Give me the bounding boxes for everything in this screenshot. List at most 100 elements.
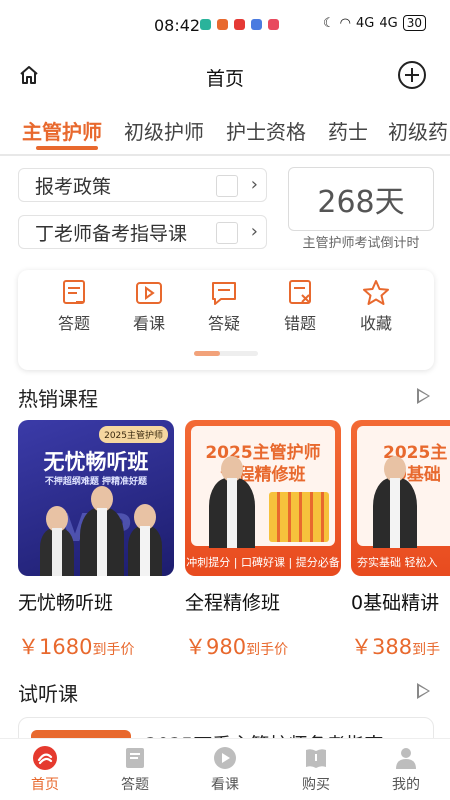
nav-answer[interactable]: 答题 [110,745,160,794]
tab-chuji-hushi[interactable]: 初级护师 [124,116,204,145]
guide-course-link[interactable]: 丁老师备考指导课 › [18,215,267,249]
thumb-badge: 2025主管护师 [99,426,168,443]
notification-app-icon [217,19,228,30]
course-card[interactable]: 2025主管护师 全程精修班 冲刺提分 | 口碑好课 | 提分必备 全程精修班 … [185,420,341,661]
func-favorite[interactable]: 收藏 [346,278,406,334]
course-card[interactable]: 2025主 0基础 夯实基础 轻松入 0基础精讲 ￥388到手 [351,420,450,661]
teacher-figure [128,504,162,576]
price-amount: ￥388 [351,635,413,659]
answer-icon [63,280,85,304]
wifi-icon: ◠ [339,15,351,31]
nav-shop[interactable]: 购买 [291,745,341,794]
policy-link[interactable]: 报考政策 › [18,168,267,202]
trial-courses-more-icon[interactable] [417,683,430,699]
page-indicator-active [194,351,220,356]
nav-video[interactable]: 看课 [200,745,250,794]
func-answer[interactable]: 答题 [44,278,104,334]
wrong-icon [289,280,311,304]
thumb-subtitle: 全程精修班 [220,465,306,485]
course-price: ￥980到手价 [185,631,341,661]
moon-icon: ☾ [323,15,335,31]
notification-app-icon [251,19,262,30]
func-wrong-label: 错题 [283,314,316,333]
teacher-figure [80,486,124,576]
add-button[interactable] [398,61,426,89]
battery-indicator: 30 [402,15,426,31]
thumb-footer: 冲刺提分 | 口碑好课 | 提分必备 [186,556,340,569]
tab-chuji-yao[interactable]: 初级药 [388,116,448,145]
bottom-nav: 首页 答题 看课 购买 我的 [0,738,450,800]
top-bar: 首页 [0,56,450,96]
nav-answer-label: 答题 [121,777,149,793]
signal-2: 4G [379,15,398,31]
document-icon [216,175,238,197]
tab-zhuguan-hushi[interactable]: 主管护师 [22,116,102,145]
course-card[interactable]: 2025主管护师 无忧畅听班 不押超纲难题 押精准好题 VIP 无忧畅听班 ￥1… [18,420,174,661]
nav-home-label: 首页 [31,777,59,793]
countdown-value: 268天 [288,167,434,231]
course-thumbnail: 2025主管护师 全程精修班 冲刺提分 | 口碑好课 | 提分必备 [185,420,341,576]
user-icon [396,748,416,769]
price-unit: 到手 [412,642,441,658]
star-icon [363,280,389,305]
play-icon [214,747,236,769]
course-name: 无忧畅听班 [18,592,114,614]
course-price: ￥388到手 [351,631,450,661]
price-unit: 到手价 [92,642,135,658]
status-bar: 08:42 ☾ ◠ 4G 4G 30 [0,0,450,52]
tab-hushi-zige[interactable]: 护士资格 [226,116,306,145]
nav-profile-label: 我的 [392,777,420,793]
price-amount: ￥980 [185,635,247,659]
func-question[interactable]: 答疑 [194,278,254,334]
notification-app-icon [200,19,211,30]
video-doc-icon [216,222,238,244]
trial-courses-title: 试听课 [18,682,78,706]
video-icon [136,282,162,304]
thumb-subtitle: 不押超纲难题 押精准好题 [44,477,148,487]
func-answer-label: 答题 [57,314,90,333]
course-name: 0基础精讲 [351,592,440,614]
tab-yaoshi[interactable]: 药士 [328,116,368,145]
status-notification-icons [200,19,279,30]
nav-shop-label: 购买 [302,777,330,793]
policy-link-label: 报考政策 [35,175,112,198]
thumb-title: 无忧畅听班 [43,450,149,474]
nav-video-label: 看课 [211,777,239,793]
func-favorite-label: 收藏 [359,314,392,333]
hot-courses-title: 热销课程 [18,387,98,411]
question-icon [212,282,236,305]
answer-book-icon [126,748,144,768]
function-card: 答题 看课 答疑 错题 收藏 [18,270,434,370]
nav-home[interactable]: 首页 [20,745,70,794]
chevron-right-icon: › [250,174,258,195]
page-title: 首页 [205,68,244,90]
teacher-figure [209,456,255,548]
status-right: ☾ ◠ 4G 4G 30 [323,15,426,31]
exam-tabs: 主管护师 初级护师 护士资格 药士 初级药 [0,112,450,156]
price-amount: ￥1680 [18,635,93,659]
book-stack-graphic [269,492,329,542]
shop-book-icon [306,749,326,768]
course-thumbnail: 2025主 0基础 夯实基础 轻松入 [351,420,450,576]
func-video-label: 看课 [132,314,165,333]
teacher-figure [40,506,74,576]
chevron-right-icon: › [250,221,258,242]
thumb-footer: 夯实基础 轻松入 [357,556,438,569]
nav-profile[interactable]: 我的 [381,745,431,794]
hot-courses-more-icon[interactable] [417,388,430,404]
func-video[interactable]: 看课 [119,278,179,334]
signal-1: 4G [356,15,375,31]
countdown-label: 主管护师考试倒计时 [302,236,420,251]
notification-app-icon [234,19,245,30]
func-question-label: 答疑 [207,314,240,333]
course-thumbnail: 2025主管护师 无忧畅听班 不押超纲难题 押精准好题 VIP [18,420,174,576]
home-logo-icon [33,746,57,770]
course-price: ￥1680到手价 [18,631,174,661]
course-name: 全程精修班 [185,592,281,614]
func-wrong[interactable]: 错题 [270,278,330,334]
guide-course-label: 丁老师备考指导课 [35,222,188,245]
price-unit: 到手价 [246,642,289,658]
status-time: 08:42 [154,16,201,35]
notification-app-icon [268,19,279,30]
teacher-figure [373,456,417,548]
